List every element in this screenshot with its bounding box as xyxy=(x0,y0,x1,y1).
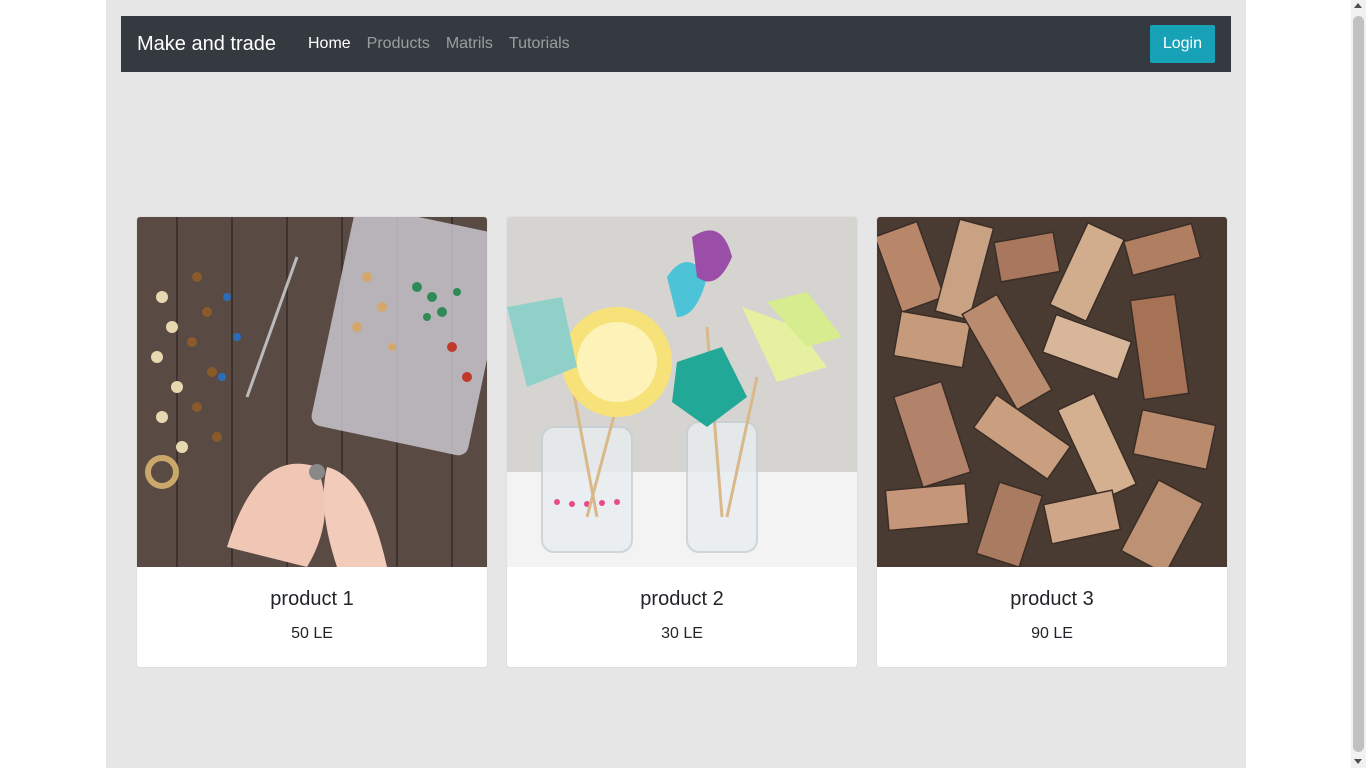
scroll-down-arrow-icon[interactable] xyxy=(1354,759,1362,764)
product-title[interactable]: product 3 xyxy=(877,587,1227,611)
login-button[interactable]: Login xyxy=(1149,25,1215,63)
nav-link-home[interactable]: Home xyxy=(300,35,359,53)
product-price: 90 LE xyxy=(1031,625,1073,642)
card-body: product 1 50 LE xyxy=(137,567,487,646)
nav-link-tutorials[interactable]: Tutorials xyxy=(501,35,578,53)
card-body: product 3 90 LE xyxy=(877,567,1227,646)
product-title[interactable]: product 2 xyxy=(507,587,857,611)
scrollbar-thumb[interactable] xyxy=(1353,16,1364,752)
scroll-up-arrow-icon[interactable] xyxy=(1354,3,1362,8)
product-image-jewelry[interactable] xyxy=(137,217,487,567)
card-body: product 2 30 LE xyxy=(507,567,857,646)
product-price: 50 LE xyxy=(291,625,333,642)
product-image-paper-flowers[interactable] xyxy=(507,217,857,567)
nav-link-matrils[interactable]: Matrils xyxy=(438,35,501,53)
navbar: Make and trade Home Products Matrils Tut… xyxy=(121,16,1231,72)
product-price: 30 LE xyxy=(661,625,703,642)
product-grid: product 1 50 LE product 2 30 LE product … xyxy=(136,216,1228,668)
nav-links: Home Products Matrils Tutorials xyxy=(300,35,578,53)
nav-link-products[interactable]: Products xyxy=(359,35,438,53)
product-image-wood-pieces[interactable] xyxy=(877,217,1227,567)
product-card[interactable]: product 3 90 LE xyxy=(876,216,1228,668)
product-title[interactable]: product 1 xyxy=(137,587,487,611)
page-scrollbar[interactable] xyxy=(1351,0,1366,768)
page-container: Make and trade Home Products Matrils Tut… xyxy=(106,0,1246,768)
product-card[interactable]: product 1 50 LE xyxy=(136,216,488,668)
product-card[interactable]: product 2 30 LE xyxy=(506,216,858,668)
brand-logo[interactable]: Make and trade xyxy=(137,34,276,54)
